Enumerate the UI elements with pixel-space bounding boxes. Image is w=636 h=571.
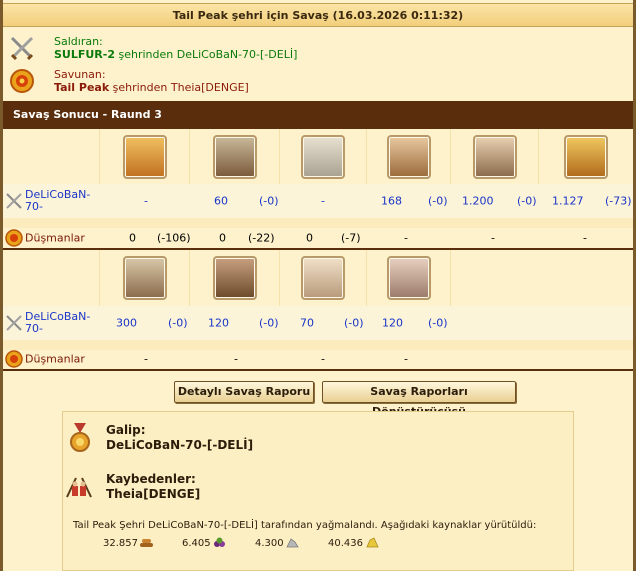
crossed-swords-icon <box>6 193 22 209</box>
attacker-label: Saldıran: <box>54 35 103 48</box>
unit-loss: (-0) <box>428 194 448 208</box>
shield-icon <box>5 229 23 247</box>
unit-count: - <box>491 231 495 245</box>
enemy-label-text: Düşmanlar <box>25 352 85 366</box>
unit-count: - <box>404 352 408 366</box>
defender-city[interactable]: Tail Peak <box>54 81 109 94</box>
attacker-city[interactable]: SULFUR-2 <box>54 48 115 61</box>
unit-loss: (-0) <box>259 194 279 208</box>
shield-icon <box>10 69 34 93</box>
unit-cook-icon[interactable] <box>386 256 431 300</box>
unit-loss: (-0) <box>259 316 279 330</box>
unit-swordsman-icon[interactable] <box>122 134 167 179</box>
unit-count: 0 <box>129 231 136 245</box>
unit-count: 120 <box>382 316 403 330</box>
loot-sulfur-amount: 40.436 <box>328 538 363 549</box>
defeated-soldiers-icon <box>66 477 92 498</box>
winner-name: DeLiCoBaN-70-[-DELİ] <box>106 438 254 452</box>
unit-image-row <box>3 250 633 306</box>
result-panel: Galip: DeLiCoBaN-70-[-DELİ] Kaybedenler:… <box>62 411 574 571</box>
wood-icon <box>140 539 153 547</box>
unit-count: - <box>144 352 148 366</box>
attacker-block: Saldıran: SULFUR-2 şehrinden DeLiCoBaN-7… <box>3 31 633 67</box>
loser-name: Theia[DENGE] <box>106 487 201 501</box>
unit-loss: (-22) <box>248 231 275 245</box>
enemy-label: Düşmanlar <box>3 228 100 248</box>
defender-block: Savunan: Tail Peak şehrinden Theia[DENGE… <box>3 64 633 100</box>
sulfur-icon <box>366 537 379 548</box>
shield-icon <box>5 350 23 368</box>
winner-label: Galip: <box>106 423 146 437</box>
medal-icon <box>70 423 90 452</box>
player-name-link[interactable]: DeLiCoBaN-70- <box>25 311 97 335</box>
unit-count: 1.127 <box>552 194 584 208</box>
unit-count: - <box>321 194 325 208</box>
unit-catapult-icon[interactable] <box>122 256 167 300</box>
marble-icon <box>286 538 299 548</box>
detailed-report-button[interactable]: Detaylı Savaş Raporu <box>174 381 314 403</box>
player-row: DeLiCoBaN-70- 300 (-0) 120 (-0) 70 (-0) … <box>3 306 633 340</box>
unit-loss: (-7) <box>341 231 361 245</box>
wine-icon <box>214 537 225 547</box>
report-title: Tail Peak şehri için Savaş (16.03.2026 0… <box>3 3 633 27</box>
unit-count: - <box>321 352 325 366</box>
round-header: Savaş Sonucu - Raund 3 <box>3 101 633 129</box>
unit-count: 300 <box>116 316 137 330</box>
player-name-link[interactable]: DeLiCoBaN-70- <box>25 189 97 213</box>
attacker-info: SULFUR-2 şehrinden DeLiCoBaN-70-[-DELİ] <box>54 48 297 61</box>
player-label: DeLiCoBaN-70- <box>3 306 100 340</box>
unit-count: 0 <box>306 231 313 245</box>
unit-count: - <box>144 194 148 208</box>
loser-label: Kaybedenler: <box>106 472 196 486</box>
loot-description: Tail Peak Şehri DeLiCoBaN-70-[-DELİ] tar… <box>73 520 537 531</box>
enemy-row: Düşmanlar 0 (-106) 0 (-22) 0 (-7) - - - <box>3 228 633 248</box>
unit-count: 168 <box>381 194 402 208</box>
unit-count: 70 <box>300 316 314 330</box>
enemy-label: Düşmanlar <box>3 349 100 369</box>
unit-mortar-icon[interactable] <box>212 256 257 300</box>
unit-loss: (-0) <box>428 316 448 330</box>
unit-phalanx-icon[interactable] <box>564 134 608 179</box>
crossed-swords-icon <box>6 315 22 331</box>
player-row: DeLiCoBaN-70- - 60 (-0) - 168 (-0) 1.200… <box>3 184 633 218</box>
enemy-row: Düşmanlar - - - - <box>3 349 633 369</box>
unit-count: - <box>404 231 408 245</box>
unit-loss: (-0) <box>344 316 364 330</box>
unit-doctor-icon[interactable] <box>301 256 345 300</box>
defender-player: şehrinden Theia[DENGE] <box>109 81 249 94</box>
unit-loss: (-73) <box>605 194 632 208</box>
player-label: DeLiCoBaN-70- <box>3 184 100 218</box>
unit-hoplite-icon[interactable] <box>472 134 517 179</box>
unit-image-row <box>3 129 633 184</box>
crossed-swords-icon <box>10 36 34 61</box>
unit-count: 60 <box>214 194 228 208</box>
unit-count: 120 <box>208 316 229 330</box>
report-converter-button[interactable]: Savaş Raporları Dönüştürücüsü <box>322 381 516 418</box>
unit-count: - <box>583 231 587 245</box>
loot-wood-amount: 32.857 <box>103 538 138 549</box>
unit-loss: (-0) <box>168 316 188 330</box>
unit-wall-icon[interactable] <box>301 134 345 179</box>
unit-slinger-icon[interactable] <box>386 134 431 179</box>
attacker-player: şehrinden DeLiCoBaN-70-[-DELİ] <box>115 48 298 61</box>
unit-count: 0 <box>219 231 226 245</box>
unit-loss: (-106) <box>157 231 191 245</box>
unit-count: 1.200 <box>462 194 494 208</box>
enemy-label-text: Düşmanlar <box>25 231 85 245</box>
unit-ram-icon[interactable] <box>212 134 257 179</box>
loot-marble-amount: 4.300 <box>255 538 284 549</box>
defender-info: Tail Peak şehrinden Theia[DENGE] <box>54 81 249 94</box>
unit-loss: (-0) <box>517 194 537 208</box>
defender-label: Savunan: <box>54 68 106 81</box>
loot-wine-amount: 6.405 <box>182 538 211 549</box>
unit-count: - <box>234 352 238 366</box>
